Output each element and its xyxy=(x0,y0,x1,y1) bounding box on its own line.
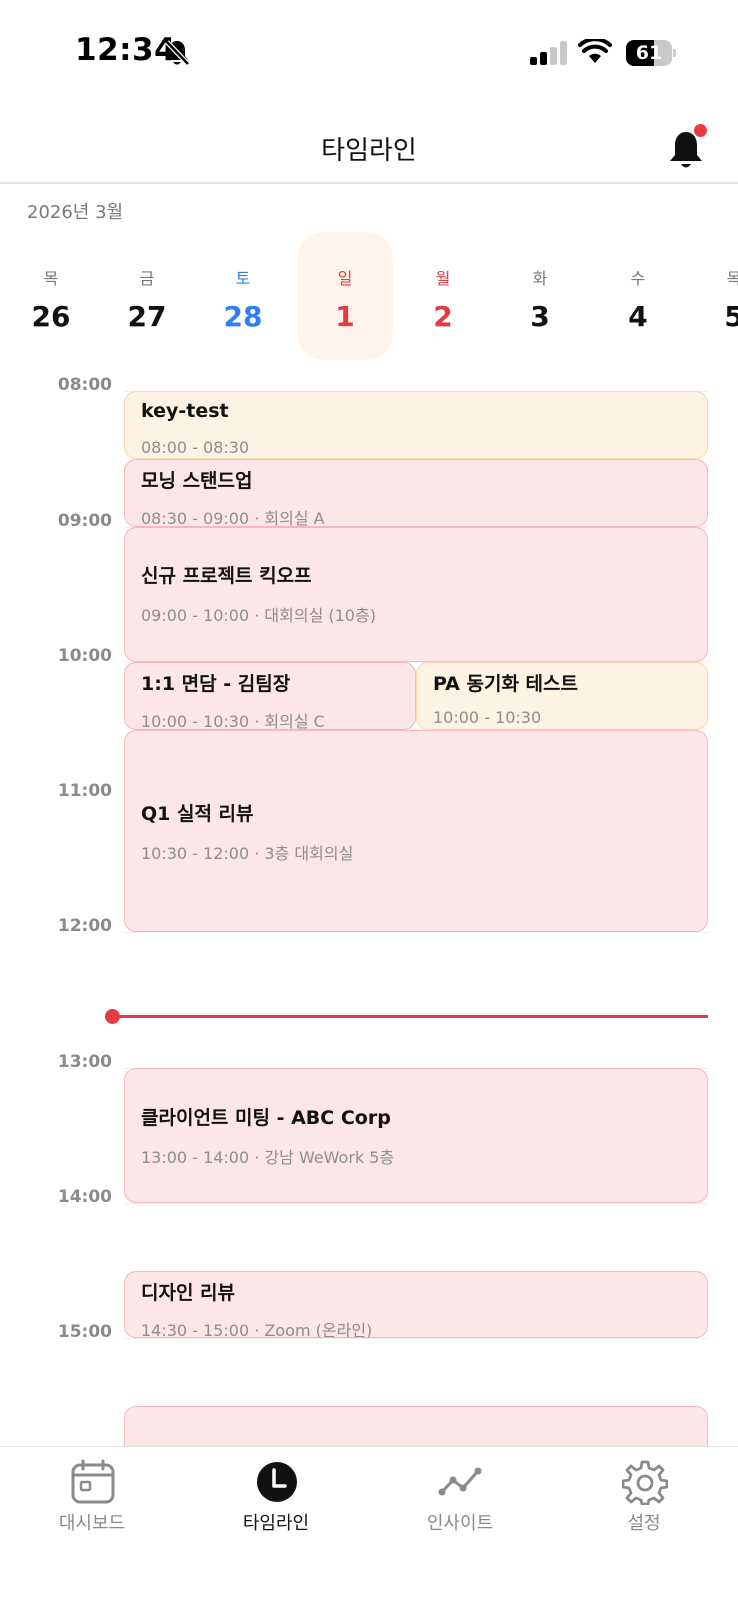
tab-bar: 대시보드 타임라인 인사이트 설정 xyxy=(0,1446,738,1600)
day-2[interactable]: 월 2 xyxy=(395,232,491,360)
day-26[interactable]: 목 26 xyxy=(3,232,99,360)
wifi-icon xyxy=(578,39,612,63)
day-number: 27 xyxy=(127,300,167,333)
tab-label: 인사이트 xyxy=(426,1513,494,1534)
event-title: Q1 실적 리뷰 xyxy=(141,803,254,825)
day-of-week: 수 xyxy=(630,269,646,288)
hour-gridline xyxy=(124,932,708,933)
hour-gridline xyxy=(124,1203,708,1204)
calendar-icon xyxy=(71,1459,115,1504)
event-title: 1:1 면담 - 김팀장 xyxy=(141,673,291,695)
notification-badge xyxy=(694,124,707,137)
event-title: 모닝 스탠드업 xyxy=(141,470,253,492)
event-time: 09:00 - 10:00 · 대회의실 (10층) xyxy=(141,606,376,625)
hour-label: 14:00 xyxy=(57,1187,112,1207)
hour-label: 15:00 xyxy=(57,1322,112,1342)
event-time: 08:30 - 09:00 · 회의실 A xyxy=(141,509,325,527)
clock-icon xyxy=(257,1462,297,1502)
event-card[interactable]: PA 동기화 테스트 10:00 - 10:30 xyxy=(416,662,708,730)
day-number: 4 xyxy=(628,300,648,333)
tab-label: 대시보드 xyxy=(58,1513,126,1534)
event-time: 10:30 - 12:00 · 3층 대회의실 xyxy=(141,844,354,863)
bell-off-icon xyxy=(165,40,190,66)
gear-icon xyxy=(622,1460,668,1505)
hour-gridline xyxy=(124,1338,708,1339)
event-time: 10:00 - 10:30 xyxy=(433,708,542,727)
cellular-signal-icon xyxy=(530,41,567,65)
event-title: PA 동기화 테스트 xyxy=(433,673,578,695)
timeline[interactable]: 08:00 09:00 10:00 11:00 12:00 13:00 14:0… xyxy=(0,370,738,1446)
event-title: 클라이언트 미팅 - ABC Corp xyxy=(141,1107,391,1129)
day-3[interactable]: 화 3 xyxy=(492,232,588,360)
hour-label: 13:00 xyxy=(57,1052,112,1072)
day-5[interactable]: 목 5 xyxy=(686,232,738,360)
event-time: 13:00 - 14:00 · 강남 WeWork 5층 xyxy=(141,1148,395,1167)
day-of-week: 일 xyxy=(337,269,353,288)
chart-line-icon xyxy=(438,1467,482,1496)
day-of-week: 화 xyxy=(532,269,548,288)
header: 타임라인 xyxy=(0,110,738,184)
day-number: 28 xyxy=(223,300,263,333)
status-bar: 12:34 61 xyxy=(0,0,738,100)
battery-level: 61 xyxy=(635,42,663,64)
event-title: 디자인 리뷰 xyxy=(141,1282,236,1304)
event-card[interactable]: 클라이언트 미팅 - ABC Corp 13:00 - 14:00 · 강남 W… xyxy=(124,1068,708,1203)
tab-label: 설정 xyxy=(627,1513,661,1534)
current-time-line xyxy=(112,1015,708,1018)
event-card[interactable]: 모닝 스탠드업 08:30 - 09:00 · 회의실 A xyxy=(124,459,708,527)
day-number: 26 xyxy=(31,300,71,333)
day-number: 1 xyxy=(335,300,355,333)
day-number: 3 xyxy=(530,300,550,333)
month-label: 2026년 3월 xyxy=(27,202,124,223)
day-of-week: 금 xyxy=(139,269,155,288)
event-time: 10:00 - 10:30 · 회의실 C xyxy=(141,712,325,730)
event-card[interactable]: 1:1 면담 - 김팀장 10:00 - 10:30 · 회의실 C xyxy=(124,662,416,730)
tab-dashboard[interactable]: 대시보드 xyxy=(0,1447,184,1547)
day-of-week: 목 xyxy=(43,269,59,288)
day-27[interactable]: 금 27 xyxy=(99,232,195,360)
event-time: 08:00 - 08:30 xyxy=(141,438,250,457)
hour-label: 09:00 xyxy=(57,511,112,531)
day-of-week: 목 xyxy=(726,269,738,288)
day-1-selected[interactable]: 일 1 xyxy=(297,232,393,360)
event-title: key-test xyxy=(141,400,229,422)
page-title: 타임라인 xyxy=(321,136,417,166)
event-card[interactable]: key-test 08:00 - 08:30 xyxy=(124,391,708,459)
notification-button[interactable] xyxy=(666,124,710,172)
day-28[interactable]: 토 28 xyxy=(195,232,291,360)
day-strip: 목 26 금 27 토 28 일 1 월 2 화 3 수 4 목 5 xyxy=(0,232,738,362)
hour-label: 12:00 xyxy=(57,916,112,936)
tab-insights[interactable]: 인사이트 xyxy=(368,1447,552,1547)
day-number: 2 xyxy=(433,300,453,333)
battery-icon: 61 xyxy=(626,40,676,66)
status-time: 12:34 xyxy=(75,32,177,68)
hour-label: 08:00 xyxy=(57,375,112,395)
event-card[interactable]: 디자인 리뷰 14:30 - 15:00 · Zoom (온라인) xyxy=(124,1271,708,1338)
event-card[interactable]: 신규 프로젝트 킥오프 09:00 - 10:00 · 대회의실 (10층) xyxy=(124,527,708,662)
day-of-week: 월 xyxy=(435,269,451,288)
hour-label: 10:00 xyxy=(57,646,112,666)
tab-timeline[interactable]: 타임라인 xyxy=(184,1447,368,1547)
day-number: 5 xyxy=(724,300,738,333)
tab-label: 타임라인 xyxy=(242,1513,310,1534)
event-title: 신규 프로젝트 킥오프 xyxy=(141,565,312,587)
event-card[interactable] xyxy=(124,1406,708,1446)
tab-settings[interactable]: 설정 xyxy=(552,1447,736,1547)
event-card[interactable]: Q1 실적 리뷰 10:30 - 12:00 · 3층 대회의실 xyxy=(124,730,708,932)
day-4[interactable]: 수 4 xyxy=(590,232,686,360)
day-of-week: 토 xyxy=(235,269,251,288)
hour-label: 11:00 xyxy=(57,781,112,801)
event-time: 14:30 - 15:00 · Zoom (온라인) xyxy=(141,1321,373,1338)
